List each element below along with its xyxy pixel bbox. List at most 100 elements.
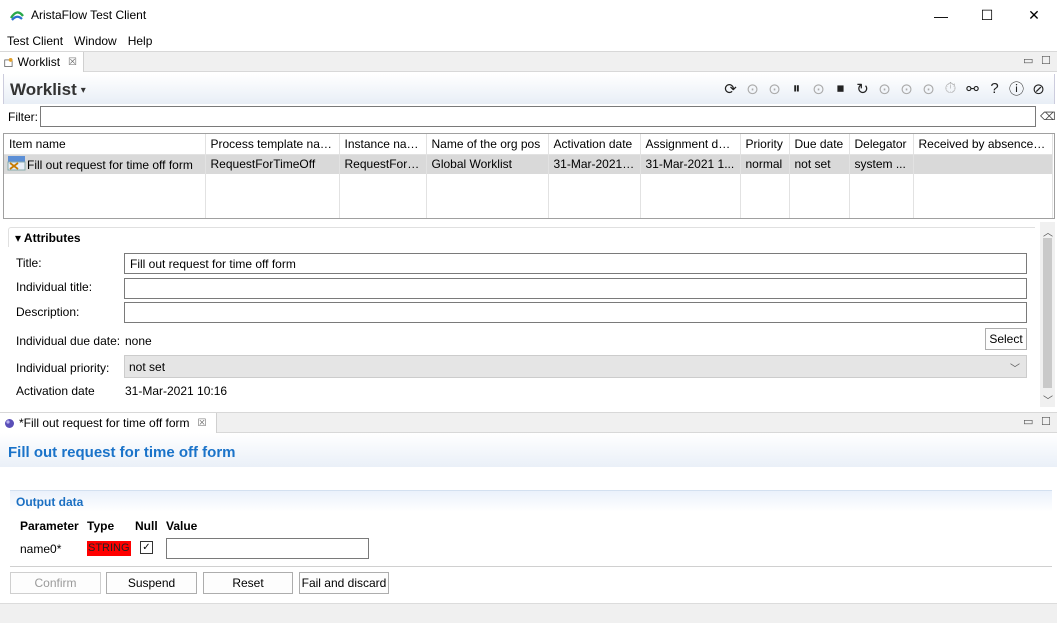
value-input[interactable] <box>166 538 369 559</box>
minimize-button[interactable]: — <box>918 0 964 31</box>
status-bar <box>0 603 1057 623</box>
form-icon <box>5 418 14 428</box>
clear-filter-icon[interactable]: ⌫ <box>1040 110 1056 123</box>
col-org-pos[interactable]: Name of the org pos <box>426 134 549 155</box>
tab-form-label: *Fill out request for time off form <box>19 416 190 430</box>
comment-icon[interactable]: ⊙ <box>897 79 916 98</box>
help-icon[interactable]: ? <box>985 79 1004 98</box>
scroll-down-icon[interactable]: ﹀ <box>1043 392 1053 407</box>
form-view-tabbar: *Fill out request for time off form ☒ ▭ … <box>0 412 1057 433</box>
check-icon[interactable]: ⊙ <box>809 79 828 98</box>
timer-icon[interactable]: ⏱ <box>941 79 960 98</box>
suspend-icon[interactable]: ⏸ <box>787 79 806 98</box>
collapse-icon: ▾ <box>15 231 22 245</box>
scroll-up-icon[interactable]: ︿ <box>1043 224 1053 239</box>
refresh-icon[interactable]: ⟳ <box>721 79 740 98</box>
divider <box>10 566 1052 567</box>
cell-delegator: system ... <box>849 154 914 174</box>
down-icon[interactable]: ⊙ <box>743 79 762 98</box>
view-maximize-icon[interactable]: ☐ <box>1041 415 1051 428</box>
view-minimize-icon[interactable]: ▭ <box>1023 415 1033 428</box>
aristaflow-logo-icon <box>9 11 24 21</box>
redo-icon[interactable]: ↻ <box>853 79 872 98</box>
tab-form[interactable]: *Fill out request for time off form ☒ <box>0 413 217 433</box>
table-header-row: Item name Process template name Instance… <box>4 134 1053 155</box>
title-field[interactable]: Fill out request for time off form <box>124 253 1027 274</box>
cell-due-date: not set <box>789 154 850 174</box>
null-header: Null <box>135 519 158 533</box>
individual-title-label: Individual title: <box>16 280 93 294</box>
cell-instance-name: RequestForTi... <box>339 154 427 174</box>
menu-window[interactable]: Window <box>74 34 117 48</box>
worklist-title[interactable]: Worklist ▾ <box>10 80 86 100</box>
individual-title-field[interactable] <box>124 278 1027 299</box>
filter-input[interactable] <box>40 106 1036 127</box>
table-row[interactable]: Fill out request for time off form Reque… <box>4 154 1053 174</box>
col-activation-date[interactable]: Activation date <box>548 134 641 155</box>
cell-assignment-date: 31-Mar-2021 1... <box>640 154 741 174</box>
tab-worklist-label: Worklist <box>17 55 61 69</box>
form-title: Fill out request for time off form <box>8 444 236 461</box>
col-due-date[interactable]: Due date <box>789 134 850 155</box>
maximize-button[interactable]: ☐ <box>964 0 1010 31</box>
delegate-icon[interactable]: ⊙ <box>919 79 938 98</box>
start-icon[interactable]: ⊙ <box>765 79 784 98</box>
worklist-title-label: Worklist <box>10 80 77 99</box>
chevron-down-icon: ﹀ <box>1010 364 1020 375</box>
attributes-heading[interactable]: ▾ Attributes <box>8 227 1035 247</box>
link-icon[interactable]: ⚯ <box>963 79 982 98</box>
col-process-template[interactable]: Process template name <box>205 134 340 155</box>
attributes-section: ▾ Attributes Title: Fill out request for… <box>3 224 1039 407</box>
cell-org-pos: Global Worklist <box>426 154 549 174</box>
tab-worklist[interactable]: Worklist ☒ <box>0 52 84 72</box>
col-instance-name[interactable]: Instance name <box>339 134 427 155</box>
activation-date-label: Activation date <box>16 384 95 398</box>
cell-item-name-text: Fill out request for time off form <box>27 158 193 173</box>
fail-and-discard-button[interactable]: Fail and discard <box>299 572 389 594</box>
stop-icon[interactable]: ⏹ <box>831 79 850 98</box>
view-maximize-icon[interactable]: ☐ <box>1041 54 1051 67</box>
worklist-toolbar: ⟳ ⊙ ⊙ ⏸ ⊙ ⏹ ↻ ⊙ ⊙ ⊙ ⏱ ⚯? ⓘ ⊘ <box>721 79 1048 98</box>
tab-close-icon[interactable]: ☒ <box>198 418 207 429</box>
description-field[interactable] <box>124 302 1027 323</box>
col-assignment-date[interactable]: Assignment date <box>640 134 741 155</box>
form-header: Fill out request for time off form <box>0 433 1057 467</box>
cancel-icon[interactable]: ⊘ <box>1029 79 1048 98</box>
table-row-empty <box>4 174 1053 218</box>
filter-label: Filter: <box>8 110 38 124</box>
col-item-name[interactable]: Item name <box>4 134 206 155</box>
select-due-date-button[interactable]: Select <box>985 328 1027 350</box>
priority-label: Individual priority: <box>16 361 110 375</box>
priority-select[interactable]: not set ﹀ <box>124 355 1027 378</box>
cell-received-by-absence <box>913 154 1053 174</box>
chevron-down-icon: ▾ <box>80 85 86 97</box>
menu-test-client[interactable]: Test Client <box>7 34 63 48</box>
null-checkbox[interactable]: ✓ <box>140 541 153 554</box>
col-delegator[interactable]: Delegator <box>849 134 914 155</box>
col-received-by-absence[interactable]: Received by absence of <box>913 134 1053 155</box>
suspend-button[interactable]: Suspend <box>106 572 197 594</box>
menu-help[interactable]: Help <box>128 34 153 48</box>
attributes-heading-label: Attributes <box>23 231 81 245</box>
close-button[interactable]: ✕ <box>1011 0 1057 31</box>
activation-date-value: 31-Mar-2021 10:16 <box>125 384 228 398</box>
col-priority[interactable]: Priority <box>740 134 790 155</box>
parameter-name: name0* <box>20 542 62 556</box>
tab-close-icon[interactable]: ☒ <box>68 57 77 68</box>
due-date-value: none <box>125 334 152 348</box>
cell-activation-date: 31-Mar-2021 ... <box>548 154 641 174</box>
forward-icon[interactable]: ⊙ <box>875 79 894 98</box>
scrollbar-thumb[interactable] <box>1043 238 1052 388</box>
reset-button[interactable]: Reset <box>203 572 293 594</box>
window-title: AristaFlow Test Client <box>31 8 147 22</box>
attributes-scrollbar[interactable]: ︿ ﹀ <box>1040 222 1055 407</box>
confirm-button[interactable]: Confirm <box>10 572 101 594</box>
work-item-icon <box>7 156 26 171</box>
worklist-icon <box>4 57 13 67</box>
worklist-header: Worklist ▾ ⟳ ⊙ ⊙ ⏸ ⊙ ⏹ ↻ ⊙ ⊙ ⊙ ⏱ ⚯? ⓘ ⊘ <box>3 74 1055 104</box>
value-header: Value <box>166 519 198 533</box>
menu-bar: Test Client Window Help <box>0 31 1057 51</box>
view-minimize-icon[interactable]: ▭ <box>1023 54 1033 67</box>
info-icon[interactable]: ⓘ <box>1007 79 1026 98</box>
description-label: Description: <box>16 305 80 319</box>
